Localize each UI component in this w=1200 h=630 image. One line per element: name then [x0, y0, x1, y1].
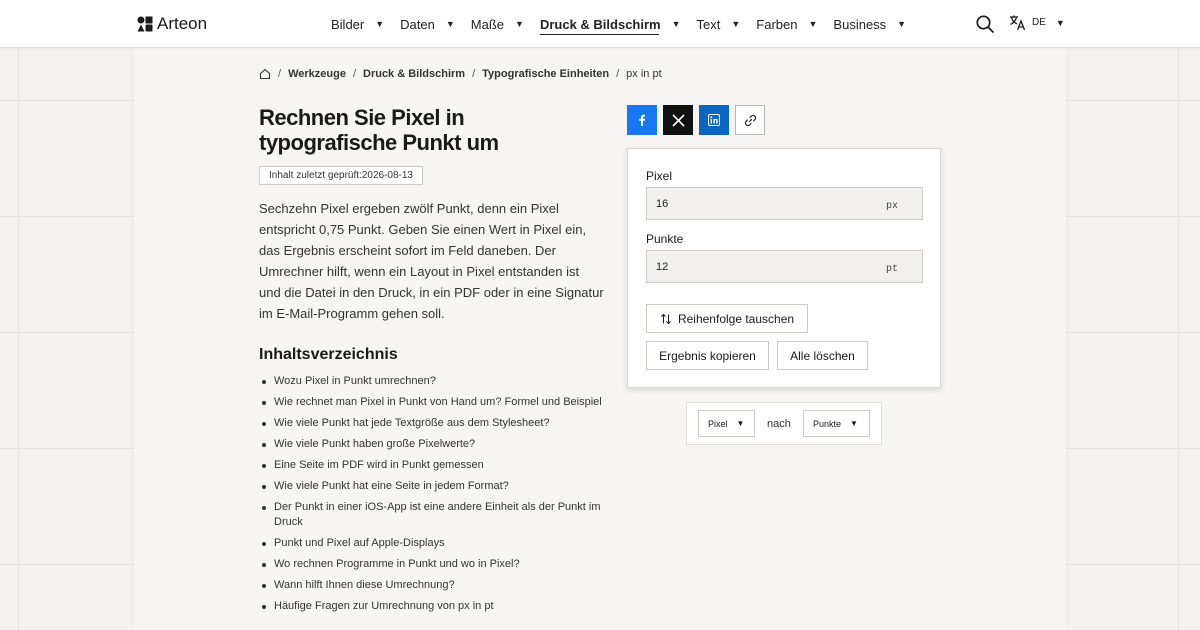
caret-down-icon: ▼	[731, 19, 741, 29]
breadcrumb-separator: /	[616, 68, 620, 80]
table-of-contents: Wozu Pixel in Punkt umrechnen? Wie rechn…	[259, 374, 604, 620]
nav-label: Business	[833, 16, 887, 32]
share-x-button[interactable]	[663, 105, 693, 135]
breadcrumb-separator: /	[352, 68, 356, 80]
breadcrumb-link[interactable]: Typografische Einheiten	[482, 68, 609, 80]
clear-all-button[interactable]: Alle löschen	[777, 341, 868, 370]
breadcrumb-separator: /	[472, 68, 476, 80]
logo[interactable]: Arteon	[137, 14, 207, 34]
nav-label: Maße	[470, 16, 505, 32]
logo-mark-icon	[137, 16, 153, 32]
toc-item[interactable]: Wozu Pixel in Punkt umrechnen?	[259, 374, 604, 389]
to-field-label: Punkte	[646, 232, 684, 246]
caret-down-icon: ▼	[1055, 17, 1065, 28]
nav-label: Bilder	[331, 16, 365, 32]
from-field: px	[646, 187, 923, 220]
unit-connector: nach	[767, 418, 791, 430]
nav-item-farben[interactable]: Farben ▼	[756, 0, 817, 48]
site-header: Arteon Bilder ▼ Daten ▼ Maße ▼ Druck & B…	[0, 0, 1200, 48]
share-linkedin-button[interactable]	[699, 105, 729, 135]
copy-result-button[interactable]: Ergebnis kopieren	[646, 341, 769, 370]
breadcrumb-current: px in pt	[626, 68, 662, 80]
point-input[interactable]	[647, 251, 887, 282]
linkedin-icon	[708, 114, 720, 126]
brand-name: Arteon	[157, 14, 208, 33]
swap-icon	[661, 313, 671, 324]
toc-item[interactable]: Wie rechnet man Pixel in Punkt von Hand …	[259, 395, 604, 410]
to-field: pt	[646, 250, 923, 283]
caret-down-icon: ▼	[897, 19, 907, 29]
reviewed-date-badge: Inhalt zuletzt geprüft:2026-08-13	[259, 166, 423, 185]
toc-item[interactable]: Wie viele Punkt haben große Pixelwerte?	[259, 437, 604, 452]
converter-card: Pixel px Punkte pt Reihenfolge tauschen …	[627, 148, 941, 388]
nav-item-business[interactable]: Business ▼	[833, 0, 906, 48]
to-unit-select[interactable]: Punkte ▼	[803, 410, 870, 437]
to-unit-label: pt	[885, 264, 898, 275]
breadcrumb: / Werkzeuge / Druck & Bildschirm / Typog…	[259, 68, 662, 80]
swap-order-label: Reihenfolge tauschen	[677, 311, 795, 326]
breadcrumb-separator: /	[278, 68, 282, 80]
language-label: DE	[1032, 17, 1046, 28]
caret-down-icon: ▼	[850, 419, 858, 428]
share-buttons	[627, 105, 771, 135]
x-icon	[671, 113, 685, 127]
home-icon[interactable]	[259, 68, 271, 80]
from-field-label: Pixel	[646, 169, 673, 183]
caret-down-icon: ▼	[671, 19, 681, 29]
nav-item-masse[interactable]: Maße ▼	[471, 0, 524, 48]
nav-item-druck-bildschirm[interactable]: Druck & Bildschirm ▼	[539, 0, 681, 48]
breadcrumb-link[interactable]: Druck & Bildschirm	[363, 68, 465, 80]
unit-selector-strip: Pixel ▼ nach Punkte ▼	[686, 402, 882, 445]
search-button[interactable]	[975, 14, 995, 34]
swap-order-button[interactable]: Reihenfolge tauschen	[646, 304, 808, 333]
from-unit-label: px	[885, 201, 898, 212]
link-icon	[744, 114, 756, 126]
copy-link-button[interactable]	[735, 105, 765, 135]
nav-label: Daten	[400, 16, 435, 32]
nav-label: Text	[696, 16, 721, 32]
nav-label: Farben	[756, 16, 798, 32]
toc-item[interactable]: Punkt und Pixel auf Apple-Displays	[259, 536, 604, 551]
toc-item[interactable]: Wie viele Punkt hat jede Textgröße aus d…	[259, 416, 604, 431]
language-switcher[interactable]: DE ▼	[1009, 14, 1065, 31]
caret-down-icon: ▼	[375, 19, 385, 29]
breadcrumb-link[interactable]: Werkzeuge	[288, 68, 346, 80]
search-icon	[976, 15, 994, 33]
caret-down-icon: ▼	[515, 19, 524, 29]
share-facebook-button[interactable]	[627, 105, 657, 135]
page-title: Rechnen Sie Pixel in typografische Punkt…	[259, 105, 499, 155]
toc-item[interactable]: Der Punkt in einer iOS-App ist eine ande…	[259, 500, 604, 530]
nav-label: Druck & Bildschirm	[539, 16, 661, 32]
nav-item-bilder[interactable]: Bilder ▼	[331, 0, 384, 48]
main-nav: Bilder ▼ Daten ▼ Maße ▼ Druck & Bildschi…	[331, 0, 922, 48]
nav-item-text[interactable]: Text ▼	[697, 0, 741, 48]
toc-item[interactable]: Eine Seite im PDF wird in Punkt gemessen	[259, 458, 604, 473]
to-unit-value: Punkte	[813, 418, 842, 429]
toc-item[interactable]: Häufige Fragen zur Umrechnung von px in …	[259, 599, 604, 614]
toc-title: Inhaltsverzeichnis	[259, 346, 398, 363]
caret-down-icon: ▼	[736, 419, 745, 428]
facebook-icon	[639, 114, 645, 126]
toc-item[interactable]: Wo rechnen Programme in Punkt und wo in …	[259, 557, 604, 572]
from-unit-select[interactable]: Pixel ▼	[698, 410, 755, 437]
pixel-input[interactable]	[647, 188, 887, 219]
translate-icon	[1010, 15, 1026, 31]
from-unit-value: Pixel	[708, 418, 728, 429]
caret-down-icon: ▼	[808, 19, 818, 29]
nav-item-daten[interactable]: Daten ▼	[400, 0, 455, 48]
caret-down-icon: ▼	[445, 19, 455, 29]
toc-item[interactable]: Wann hilft Ihnen diese Umrechnung?	[259, 578, 604, 593]
intro-paragraph: Sechzehn Pixel ergeben zwölf Punkt, denn…	[259, 201, 604, 321]
toc-item[interactable]: Wie viele Punkt hat eine Seite in jedem …	[259, 479, 604, 494]
